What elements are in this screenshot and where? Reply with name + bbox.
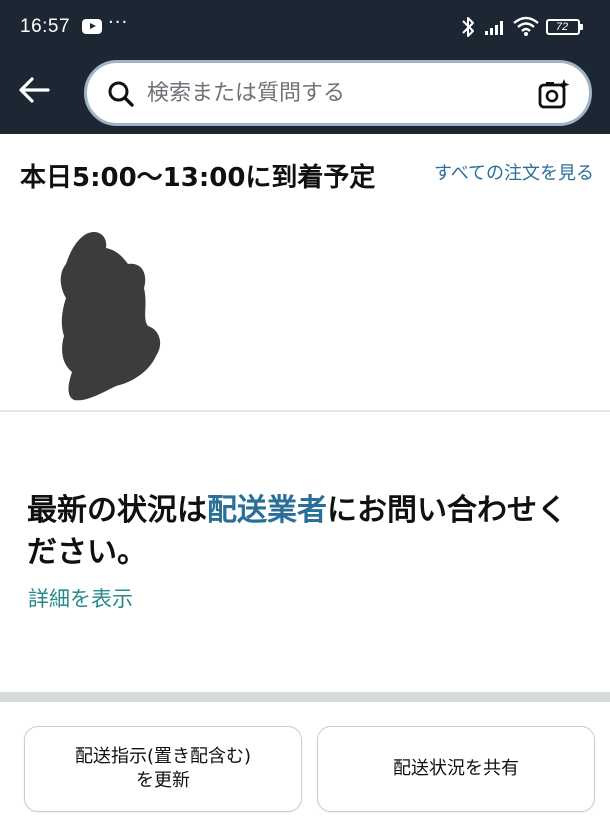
share-delivery-status-button[interactable]: 配送状況を共有 <box>317 726 595 812</box>
camera-lens-icon[interactable] <box>537 77 571 111</box>
status-time: 16:57 <box>20 16 71 37</box>
share-delivery-status-label: 配送状況を共有 <box>393 758 519 779</box>
bluetooth-icon <box>462 17 474 37</box>
view-all-orders-link[interactable]: すべての注文を見る <box>428 160 594 188</box>
carrier-status-message: 最新の状況は配送業者にお問い合わせください。 <box>27 490 587 574</box>
back-arrow-icon[interactable] <box>14 70 54 110</box>
battery-icon: 72 <box>546 19 583 35</box>
wifi-icon <box>513 16 539 36</box>
signal-icon <box>485 21 503 35</box>
update-delivery-instructions-label: 配送指示(置き配含む) を更新 <box>74 746 252 791</box>
section-divider <box>0 410 610 412</box>
search-icon <box>108 81 134 107</box>
youtube-icon <box>82 19 102 34</box>
carrier-link[interactable]: 配送業者 <box>207 493 327 528</box>
more-notifications-icon: ··· <box>108 12 129 33</box>
delivery-estimate-title: 本日5:00〜13:00に到着予定 <box>20 163 376 193</box>
show-details-link[interactable]: 詳細を表示 <box>28 583 133 613</box>
search-input[interactable] <box>147 63 527 123</box>
app-header <box>0 56 610 134</box>
section-separator <box>0 692 610 702</box>
search-bar[interactable] <box>84 60 592 126</box>
redacted-image <box>60 231 161 401</box>
battery-level: 72 <box>555 21 569 33</box>
update-delivery-instructions-button[interactable]: 配送指示(置き配含む) を更新 <box>24 726 302 812</box>
status-bar: 16:57 ··· 72 <box>0 0 610 56</box>
status-message-prefix: 最新の状況は <box>27 493 207 528</box>
